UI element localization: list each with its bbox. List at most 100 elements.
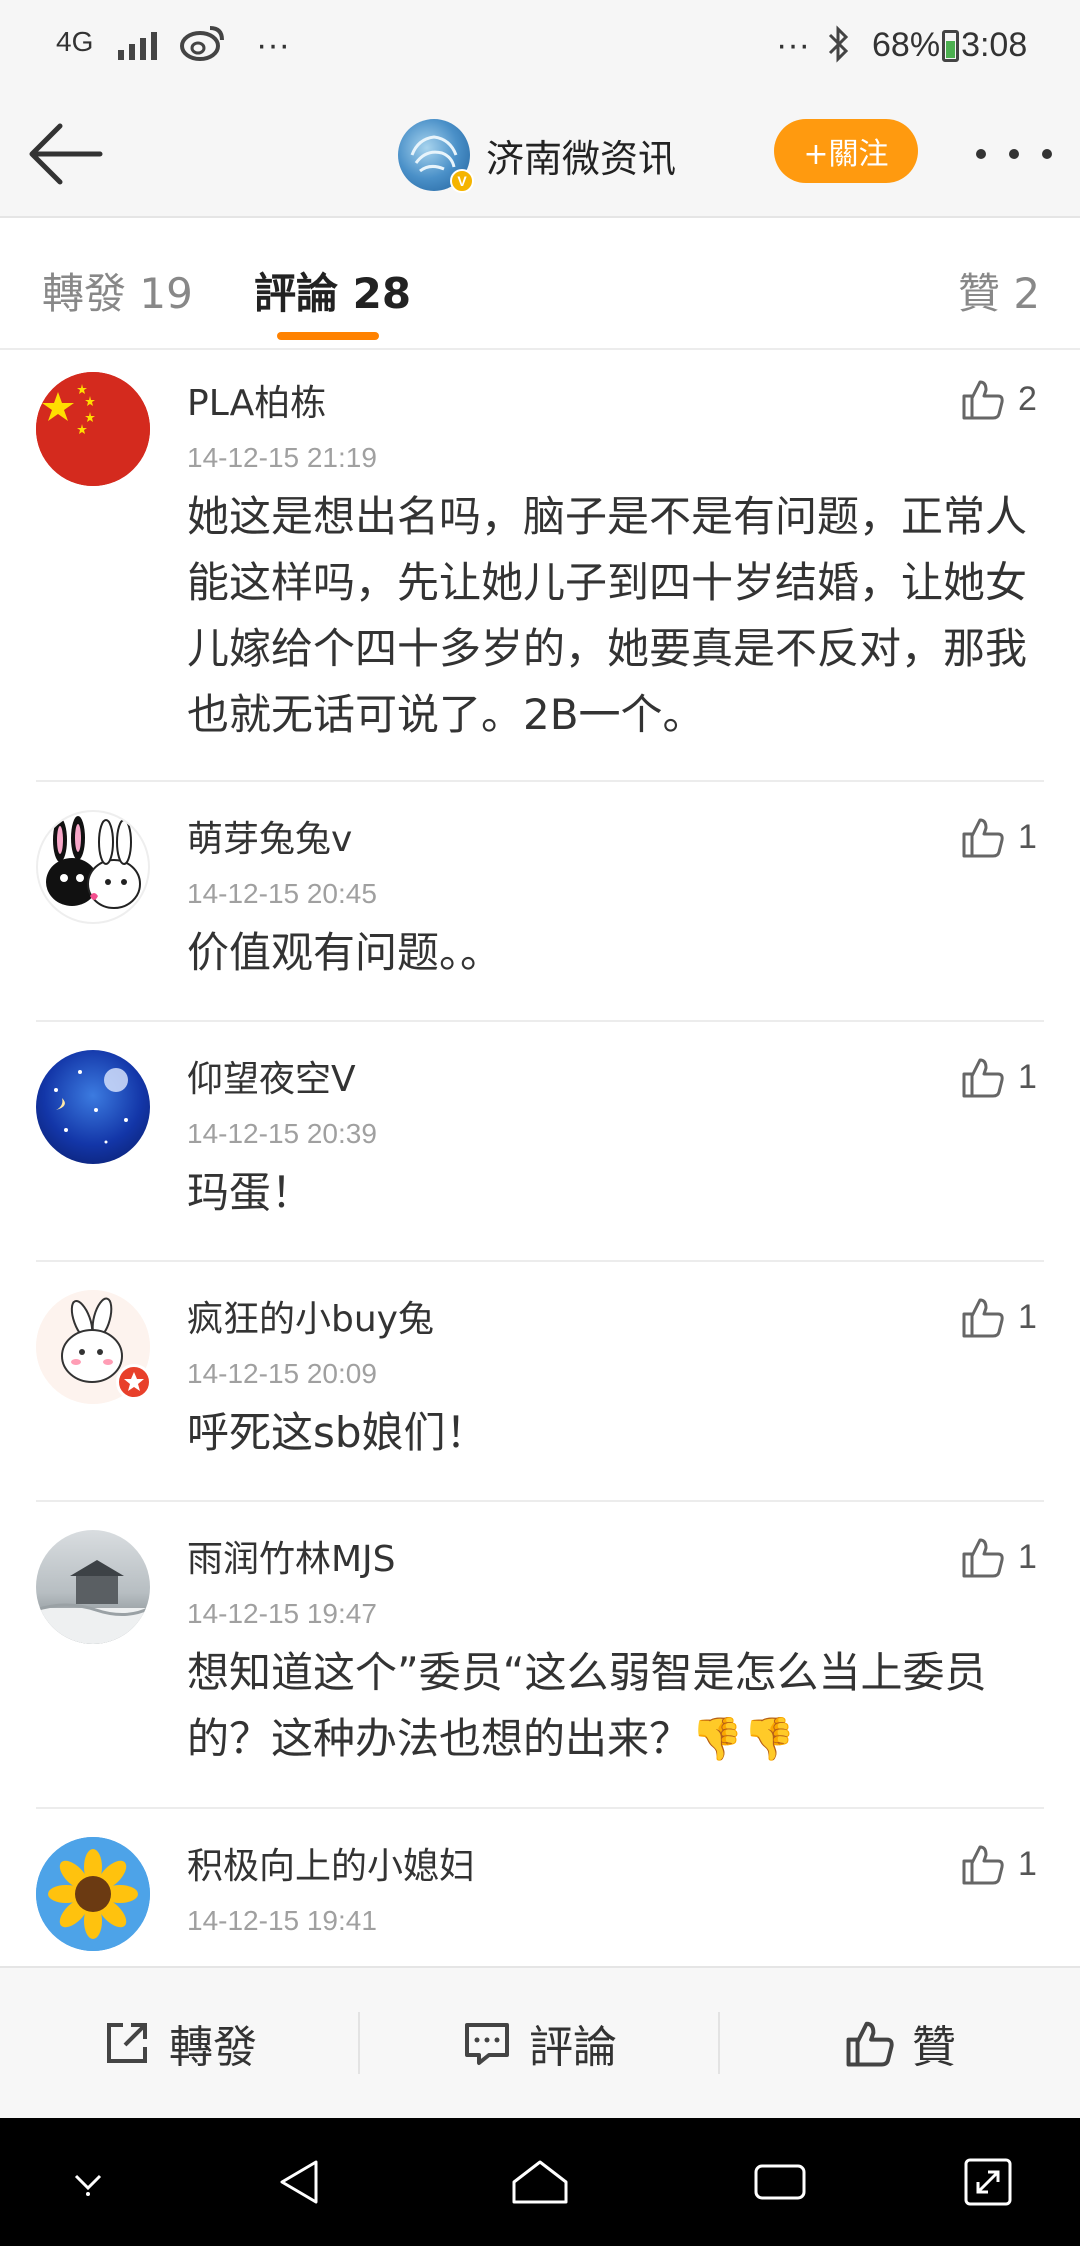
thumbs-up-icon — [962, 380, 1004, 420]
more-options-button[interactable] — [976, 132, 1052, 176]
flag-avatar-icon — [36, 372, 150, 486]
comment-author[interactable]: 疯狂的小buy兔 — [187, 1290, 434, 1342]
comment-time: 14-12-15 21:19 — [187, 442, 377, 473]
tab-likes[interactable]: 贊 2 — [958, 260, 1040, 321]
top-header: V 济南微资讯 +關注 — [0, 92, 1080, 218]
battery-level: 68% 3:08 — [872, 26, 1027, 65]
back-arrow-icon — [29, 123, 103, 185]
more-status-icon: ··· — [776, 26, 810, 65]
tab-indicator — [277, 332, 379, 340]
like-button[interactable]: 2 — [960, 376, 1037, 422]
comment-icon — [465, 2023, 509, 2065]
like-count: 1 — [1018, 1844, 1037, 1883]
divider — [36, 1260, 1044, 1262]
comment-author[interactable]: 积极向上的小媳妇 — [187, 1837, 475, 1889]
battery-icon — [942, 29, 960, 62]
repost-label: 轉發 — [169, 2022, 257, 2073]
comment-time: 14-12-15 19:41 — [187, 1905, 377, 1936]
like-count: 1 — [1018, 1297, 1037, 1336]
hide-nav-button[interactable] — [44, 2138, 132, 2226]
comment-author[interactable]: 雨润竹林MJS — [187, 1530, 396, 1582]
rabbit-avatar-icon — [46, 816, 141, 909]
avatar[interactable] — [36, 372, 150, 486]
share-icon — [107, 2023, 147, 2063]
like-button[interactable]: 1 — [960, 814, 1037, 860]
avatar[interactable] — [36, 1530, 150, 1644]
back-nav-button[interactable] — [256, 2138, 344, 2226]
expand-icon — [964, 2158, 1012, 2206]
thumbs-up-icon — [962, 818, 1004, 858]
comment-author[interactable]: 萌芽兔兔v — [187, 810, 352, 862]
home-icon — [512, 2160, 568, 2204]
account-avatar: V — [398, 119, 474, 193]
account-info[interactable]: V 济南微资讯 — [398, 116, 676, 194]
sunflower-avatar-icon — [36, 1837, 150, 1951]
status-bar: 4G ··· ··· 68% 3:08 — [0, 0, 1080, 92]
tab-reposts[interactable]: 轉發 19 — [42, 260, 193, 321]
comment-text: 想知道这个”委员“这么弱智是怎么当上委员的？这种办法也想的出来？👎👎 — [187, 1648, 987, 1763]
navigation-bar — [0, 2118, 1080, 2246]
divider — [36, 1020, 1044, 1022]
divider — [36, 1807, 1044, 1809]
comment-time: 14-12-15 20:39 — [187, 1118, 377, 1149]
comment-list[interactable]: PLA柏栋 14-12-15 21:19 她这是想出名吗，脑子是不是有问题，正常… — [0, 352, 1080, 1966]
comment-time: 14-12-15 19:47 — [187, 1598, 377, 1629]
like-count: 1 — [1018, 817, 1037, 856]
recents-nav-button[interactable] — [736, 2138, 824, 2226]
recents-icon — [754, 2164, 806, 2200]
battery-percent: 68% — [872, 26, 941, 64]
like-button[interactable]: 1 — [960, 1294, 1037, 1340]
chevron-down-icon — [74, 2174, 102, 2196]
avatar[interactable] — [36, 1837, 150, 1951]
like-button[interactable]: 1 — [960, 1534, 1037, 1580]
comment-author[interactable]: 仰望夜空V — [187, 1050, 356, 1102]
action-bar: 轉發 評論 贊 — [0, 1966, 1080, 2118]
comment-button[interactable]: 評論 — [360, 1968, 718, 2118]
like-count: 1 — [1018, 1057, 1037, 1096]
verified-badge: V — [450, 169, 474, 193]
follow-button[interactable]: +關注 — [774, 119, 918, 183]
like-button[interactable]: 1 — [960, 1054, 1037, 1100]
avatar[interactable] — [36, 1050, 150, 1164]
comment-label: 評論 — [529, 2022, 617, 2073]
dot-icon — [976, 149, 986, 159]
avatar[interactable] — [36, 810, 150, 924]
home-nav-button[interactable] — [496, 2138, 584, 2226]
repost-button[interactable]: 轉發 — [0, 1968, 358, 2118]
thumbs-up-icon — [846, 2021, 894, 2067]
comment-text: 呼死这sb娘们！ — [187, 1408, 488, 1457]
thumbs-up-icon — [962, 1538, 1004, 1578]
back-triangle-icon — [280, 2160, 318, 2204]
comment-time: 14-12-15 20:09 — [187, 1358, 377, 1389]
thumbs-up-icon — [962, 1058, 1004, 1098]
night-sky-avatar-icon — [54, 1068, 128, 1144]
thumbs-up-icon — [962, 1298, 1004, 1338]
more-right-text: ··· — [776, 26, 810, 64]
comment-text: 价值观有问题。。 — [187, 928, 503, 977]
avatar[interactable] — [36, 1290, 152, 1404]
weibo-icon — [180, 22, 226, 62]
divider — [36, 780, 1044, 782]
account-name: 济南微资讯 — [486, 136, 677, 181]
landscape-avatar-icon — [36, 1560, 150, 1644]
comment-author[interactable]: PLA柏栋 — [187, 374, 326, 426]
tab-comments[interactable]: 評論 28 — [254, 260, 411, 321]
more-left-text: ··· — [256, 26, 290, 64]
comment-time: 14-12-15 20:45 — [187, 878, 377, 909]
like-label: 贊 — [912, 2022, 956, 2073]
tab-bar: 轉發 19 評論 28 贊 2 — [0, 218, 1080, 350]
expand-nav-button[interactable] — [944, 2138, 1032, 2226]
back-button[interactable] — [26, 118, 106, 190]
dot-icon — [1042, 149, 1052, 159]
network-indicator: 4G — [56, 26, 93, 58]
clock: 3:08 — [961, 26, 1028, 64]
signal-icon — [118, 30, 157, 60]
like-button[interactable]: 1 — [960, 1841, 1037, 1887]
bluetooth-icon — [826, 24, 852, 64]
network-type: 4G — [56, 26, 94, 57]
divider — [36, 1500, 1044, 1502]
like-post-button[interactable]: 贊 — [720, 1968, 1080, 2118]
like-count: 2 — [1018, 379, 1037, 418]
comment-text: 她这是想出名吗，脑子是不是有问题，正常人能这样吗，先让她儿子到四十岁结婚，让她女… — [187, 492, 1028, 739]
like-count: 1 — [1018, 1537, 1037, 1576]
